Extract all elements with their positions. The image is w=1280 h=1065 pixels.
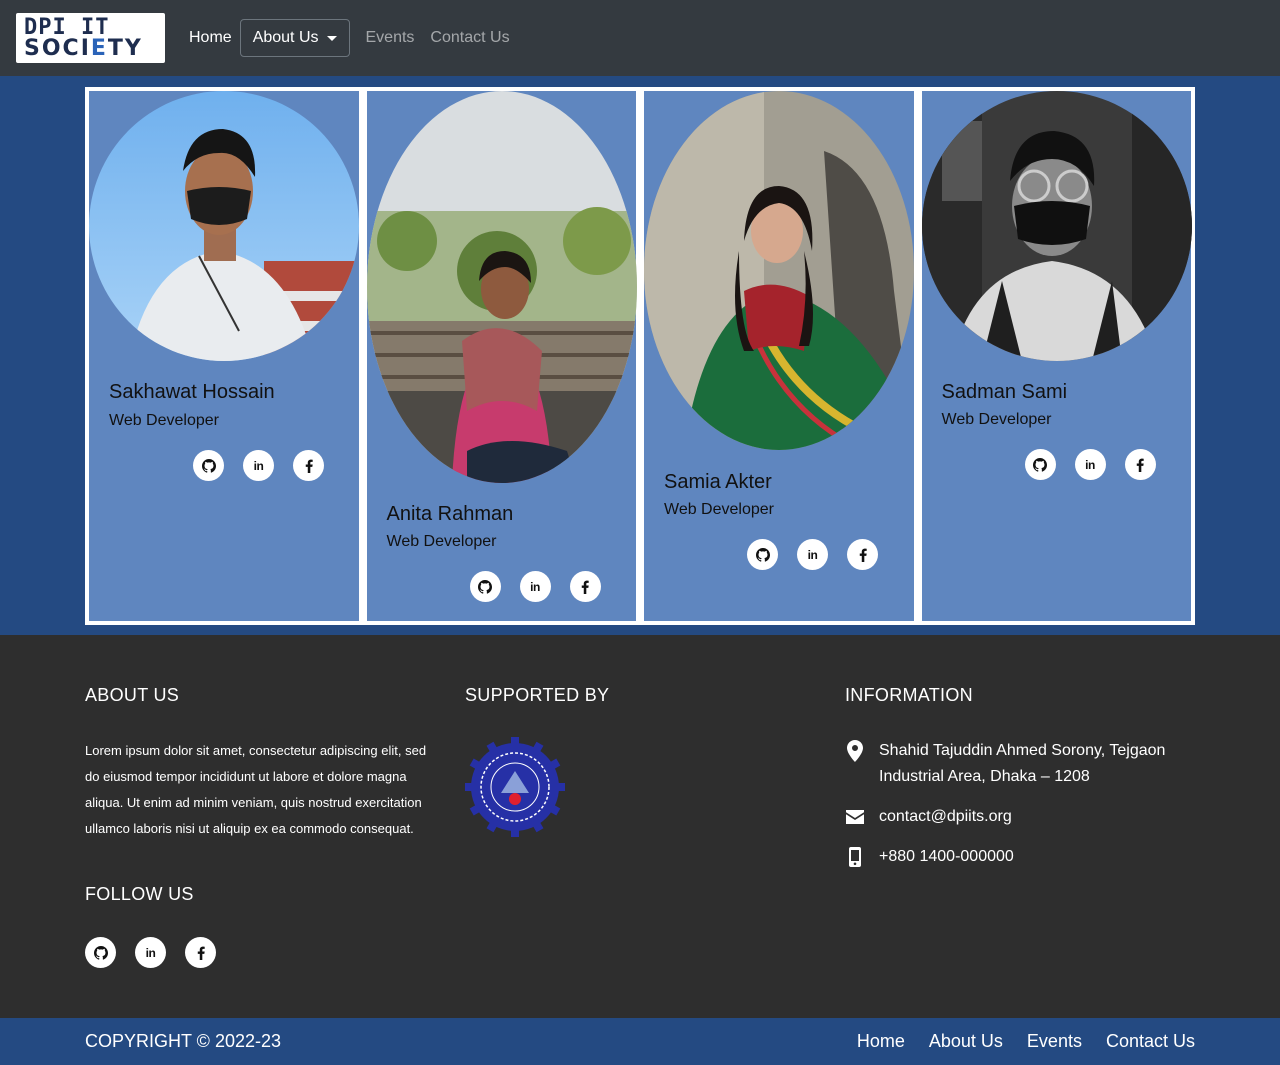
about-text: Lorem ipsum dolor sit amet, consectetur … (85, 743, 427, 836)
chevron-down-icon (326, 35, 337, 41)
bottom-nav: Home About Us Events Contact Us (857, 1031, 1195, 1052)
member-photo (921, 91, 1192, 361)
member-name: Samia Akter (664, 471, 772, 493)
team-card: Sakhawat Hossain Web Developer in (89, 91, 359, 621)
member-photo (644, 91, 914, 450)
member-role: Web Developer (941, 411, 1052, 428)
facebook-icon[interactable] (569, 571, 601, 602)
sponsor-seal (465, 737, 565, 837)
facebook-icon[interactable] (847, 539, 878, 570)
team-card: Sadman Sami Web Developer in (921, 91, 1192, 621)
linkedin-icon[interactable]: in (243, 450, 274, 481)
member-role: Web Developer (386, 533, 497, 550)
address-row: Shahid Tajuddin Ahmed Sorony, Tejgaon In… (845, 738, 1199, 790)
linkedin-icon[interactable]: in (1074, 449, 1106, 480)
bottom-events-link[interactable]: Events (1027, 1031, 1082, 1052)
footer-about-column: ABOUT US Lorem ipsum dolor sit amet, con… (85, 635, 445, 1018)
member-role: Web Developer (109, 412, 219, 429)
logo-line-2: SOCIETY (24, 36, 143, 61)
email-text[interactable]: contact@dpiits.org (879, 804, 1199, 830)
team-section: Sakhawat Hossain Web Developer in Anita … (0, 76, 1280, 635)
nav-links: Home About Us Events Contact Us (181, 19, 518, 57)
facebook-icon[interactable] (185, 937, 216, 968)
address-text: Shahid Tajuddin Ahmed Sorony, Tejgaon In… (879, 742, 1166, 785)
bottom-about-link[interactable]: About Us (929, 1031, 1003, 1052)
bottom-bar: COPYRIGHT © 2022-23 Home About Us Events… (0, 1018, 1280, 1065)
map-pin-icon (845, 738, 865, 764)
member-socials: in (469, 571, 601, 602)
member-photo (366, 91, 637, 483)
team-cards: Sakhawat Hossain Web Developer in Anita … (85, 87, 1195, 625)
nav-home-link[interactable]: Home (181, 21, 240, 55)
mobile-phone-icon (845, 844, 865, 870)
linkedin-icon[interactable]: in (797, 539, 828, 570)
footer-socials: in (85, 937, 216, 968)
nav-events-link[interactable]: Events (358, 21, 423, 55)
member-socials: in (747, 539, 878, 570)
follow-heading: FOLLOW US (85, 884, 194, 904)
bottom-home-link[interactable]: Home (857, 1031, 905, 1052)
github-icon[interactable] (1024, 449, 1056, 480)
email-row: contact@dpiits.org (845, 804, 1199, 830)
nav-contact-link[interactable]: Contact Us (422, 21, 517, 55)
envelope-icon (845, 804, 865, 830)
github-icon[interactable] (193, 450, 224, 481)
site-logo[interactable]: DPI IT SOCIETY (16, 13, 165, 63)
info-heading: INFORMATION (845, 685, 973, 705)
supported-heading: SUPPORTED BY (465, 685, 610, 705)
github-icon[interactable] (85, 937, 116, 968)
about-heading: ABOUT US (85, 685, 180, 705)
github-icon[interactable] (469, 571, 501, 602)
team-card: Anita Rahman Web Developer in (366, 91, 637, 621)
nav-about-label: About Us (252, 29, 319, 46)
member-name: Sadman Sami (941, 381, 1068, 403)
linkedin-icon[interactable]: in (519, 571, 551, 602)
footer: ABOUT US Lorem ipsum dolor sit amet, con… (0, 635, 1280, 1018)
facebook-icon[interactable] (293, 450, 324, 481)
logo-line-1: DPI IT (24, 15, 110, 40)
footer-supported-column: SUPPORTED BY (465, 635, 825, 1018)
navbar: DPI IT SOCIETY Home About Us Events Cont… (0, 0, 1280, 76)
footer-info-column: INFORMATION Shahid Tajuddin Ahmed Sorony… (845, 635, 1195, 1018)
bottom-contact-link[interactable]: Contact Us (1106, 1031, 1195, 1052)
team-card: Samia Akter Web Developer in (644, 91, 914, 621)
phone-text[interactable]: +880 1400-000000 (879, 844, 1199, 870)
member-role: Web Developer (664, 501, 774, 518)
member-name: Sakhawat Hossain (109, 381, 275, 403)
facebook-icon[interactable] (1124, 449, 1156, 480)
member-socials: in (193, 450, 324, 481)
member-name: Anita Rahman (386, 503, 514, 525)
nav-about-dropdown[interactable]: About Us (239, 19, 350, 57)
github-icon[interactable] (747, 539, 778, 570)
phone-row: +880 1400-000000 (845, 844, 1199, 870)
member-socials: in (1024, 449, 1156, 480)
linkedin-icon[interactable]: in (135, 937, 166, 968)
member-photo (89, 91, 359, 361)
copyright-text: COPYRIGHT © 2022-23 (85, 1031, 282, 1051)
